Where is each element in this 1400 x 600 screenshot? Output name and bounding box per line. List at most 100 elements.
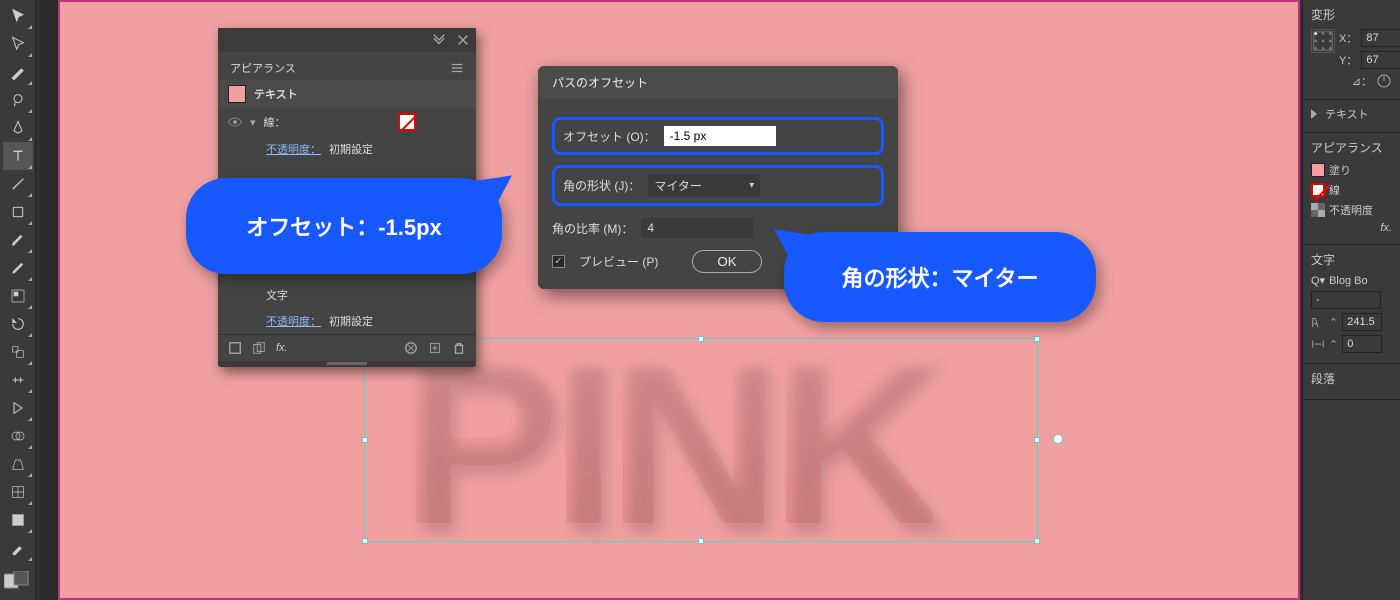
- tool-perspective[interactable]: [3, 450, 33, 478]
- tracking-input[interactable]: [1342, 335, 1382, 353]
- fill-label: 塗り: [1329, 162, 1351, 178]
- visibility-toggle-icon[interactable]: [228, 115, 242, 129]
- panel-menu-icon[interactable]: [450, 61, 464, 75]
- expand-toggle-icon[interactable]: ▾: [250, 116, 256, 129]
- x-input[interactable]: [1361, 29, 1400, 47]
- annotation-text: 角の形状：マイター: [841, 261, 1038, 293]
- annotation-text: オフセット：-1.5px: [246, 210, 442, 242]
- clear-appearance-icon[interactable]: [228, 341, 242, 355]
- offset-input[interactable]: [664, 126, 776, 146]
- font-variant-select[interactable]: [1311, 291, 1381, 309]
- stroke-none-swatch[interactable]: [398, 113, 416, 131]
- chevron-down-icon: ▾: [749, 180, 754, 191]
- tool-shape-builder[interactable]: [3, 422, 33, 450]
- font-family-value[interactable]: Blog Bo: [1329, 275, 1368, 287]
- appearance-mini-title: アピアランス: [1311, 139, 1383, 156]
- miter-limit-input[interactable]: [641, 218, 753, 238]
- selection-handle[interactable]: [1034, 538, 1040, 544]
- selection-handle[interactable]: [1034, 336, 1040, 342]
- tool-mesh[interactable]: [3, 478, 33, 506]
- opacity-link[interactable]: 不透明度：: [266, 141, 321, 157]
- tool-paintbrush[interactable]: [3, 226, 33, 254]
- opacity-checker-icon[interactable]: [1311, 203, 1325, 217]
- tool-toolbar: [0, 0, 36, 600]
- paragraph-panel: 段落: [1303, 364, 1400, 400]
- character-title: 文字: [1311, 251, 1335, 268]
- panel-titlebar[interactable]: [218, 28, 476, 52]
- tool-scale[interactable]: [3, 338, 33, 366]
- stroke-swatch[interactable]: [1311, 183, 1325, 197]
- fill-swatch[interactable]: [1311, 163, 1325, 177]
- right-property-column: 変形 X： Y： ⊿： テキスト アピアランス 塗り 線 不透明度 fx. 文字…: [1302, 0, 1400, 600]
- reference-point-selector[interactable]: [1311, 29, 1335, 53]
- new-fill-icon[interactable]: [428, 341, 442, 355]
- font-search-icon[interactable]: Q▾: [1311, 274, 1325, 287]
- tool-eyedropper[interactable]: [3, 534, 33, 562]
- tool-eraser[interactable]: [3, 282, 33, 310]
- y-label: Y：: [1339, 52, 1357, 68]
- tracking-icon: [1311, 337, 1325, 351]
- opacity-value-2: 初期設定: [329, 313, 373, 329]
- corner-type-label: 角の形状 (J)：: [563, 177, 640, 194]
- new-stroke-icon[interactable]: [404, 341, 418, 355]
- tool-line[interactable]: [3, 170, 33, 198]
- tool-rotate[interactable]: [3, 310, 33, 338]
- tool-gradient[interactable]: [3, 506, 33, 534]
- chevron-right-icon: [1311, 109, 1317, 119]
- y-input[interactable]: [1361, 51, 1400, 69]
- font-size-icon: [1311, 315, 1325, 329]
- appearance-object-type: テキスト: [254, 86, 298, 102]
- tool-pen[interactable]: [3, 114, 33, 142]
- text-panel-label: テキスト: [1325, 106, 1369, 122]
- color-mode-toggle[interactable]: [4, 571, 32, 594]
- paragraph-title: 段落: [1311, 370, 1335, 387]
- selection-handle[interactable]: [698, 336, 704, 342]
- offset-label: オフセット (O)：: [563, 128, 656, 145]
- angle-label: ⊿：: [1352, 73, 1372, 89]
- close-icon[interactable]: [456, 33, 470, 47]
- preview-checkbox[interactable]: ✓: [552, 255, 565, 268]
- tool-selection[interactable]: [3, 2, 33, 30]
- annotation-bubble-offset: オフセット：-1.5px: [186, 178, 502, 274]
- tool-direct-selection[interactable]: [3, 30, 33, 58]
- corner-type-value: マイター: [654, 177, 702, 194]
- appearance-mini-panel: アピアランス 塗り 線 不透明度 fx.: [1303, 133, 1400, 245]
- dialog-title[interactable]: パスのオフセット: [538, 66, 898, 99]
- opacity-link-2[interactable]: 不透明度：: [266, 313, 321, 329]
- stroke-label-mini: 線: [1329, 182, 1340, 198]
- add-effect-button[interactable]: fx.: [276, 342, 288, 354]
- text-panel-link[interactable]: テキスト: [1303, 100, 1400, 133]
- character-panel: 文字 Q▾Blog Bo ⌃ ⌃: [1303, 245, 1400, 364]
- font-size-input[interactable]: [1342, 313, 1382, 331]
- opacity-label-mini: 不透明度: [1329, 202, 1373, 218]
- selection-bounding-box[interactable]: [364, 338, 1038, 542]
- corner-type-select[interactable]: マイター ▾: [648, 174, 760, 197]
- selection-handle[interactable]: [362, 538, 368, 544]
- selection-handle[interactable]: [362, 437, 368, 443]
- selection-handle[interactable]: [698, 538, 704, 544]
- appearance-tab-label[interactable]: アピアランス: [230, 60, 296, 76]
- tool-free-transform[interactable]: [3, 394, 33, 422]
- collapse-icon[interactable]: [432, 33, 446, 47]
- offset-highlight-box: オフセット (O)：: [552, 117, 884, 155]
- tool-rectangle[interactable]: [3, 198, 33, 226]
- selection-handle[interactable]: [1034, 437, 1040, 443]
- tool-magic-wand[interactable]: [3, 58, 33, 86]
- duplicate-selected-icon[interactable]: [252, 341, 266, 355]
- transform-title: 変形: [1311, 6, 1335, 23]
- angle-icon[interactable]: [1376, 73, 1392, 89]
- annotation-bubble-corner: 角の形状：マイター: [784, 232, 1096, 322]
- tool-type[interactable]: [3, 142, 33, 170]
- stroke-label: 線：: [264, 114, 286, 130]
- ok-button[interactable]: OK: [692, 250, 761, 273]
- selection-rotate-handle[interactable]: [1053, 434, 1063, 444]
- miter-limit-label: 角の比率 (M)：: [552, 220, 633, 237]
- tool-lasso[interactable]: [3, 86, 33, 114]
- delete-icon[interactable]: [452, 341, 466, 355]
- characters-label: 文字: [266, 287, 288, 303]
- fx-button-mini[interactable]: fx.: [1380, 222, 1392, 234]
- tool-width[interactable]: [3, 366, 33, 394]
- tool-pencil[interactable]: [3, 254, 33, 282]
- transform-panel: 変形 X： Y： ⊿：: [1303, 0, 1400, 100]
- object-fill-swatch[interactable]: [228, 85, 246, 103]
